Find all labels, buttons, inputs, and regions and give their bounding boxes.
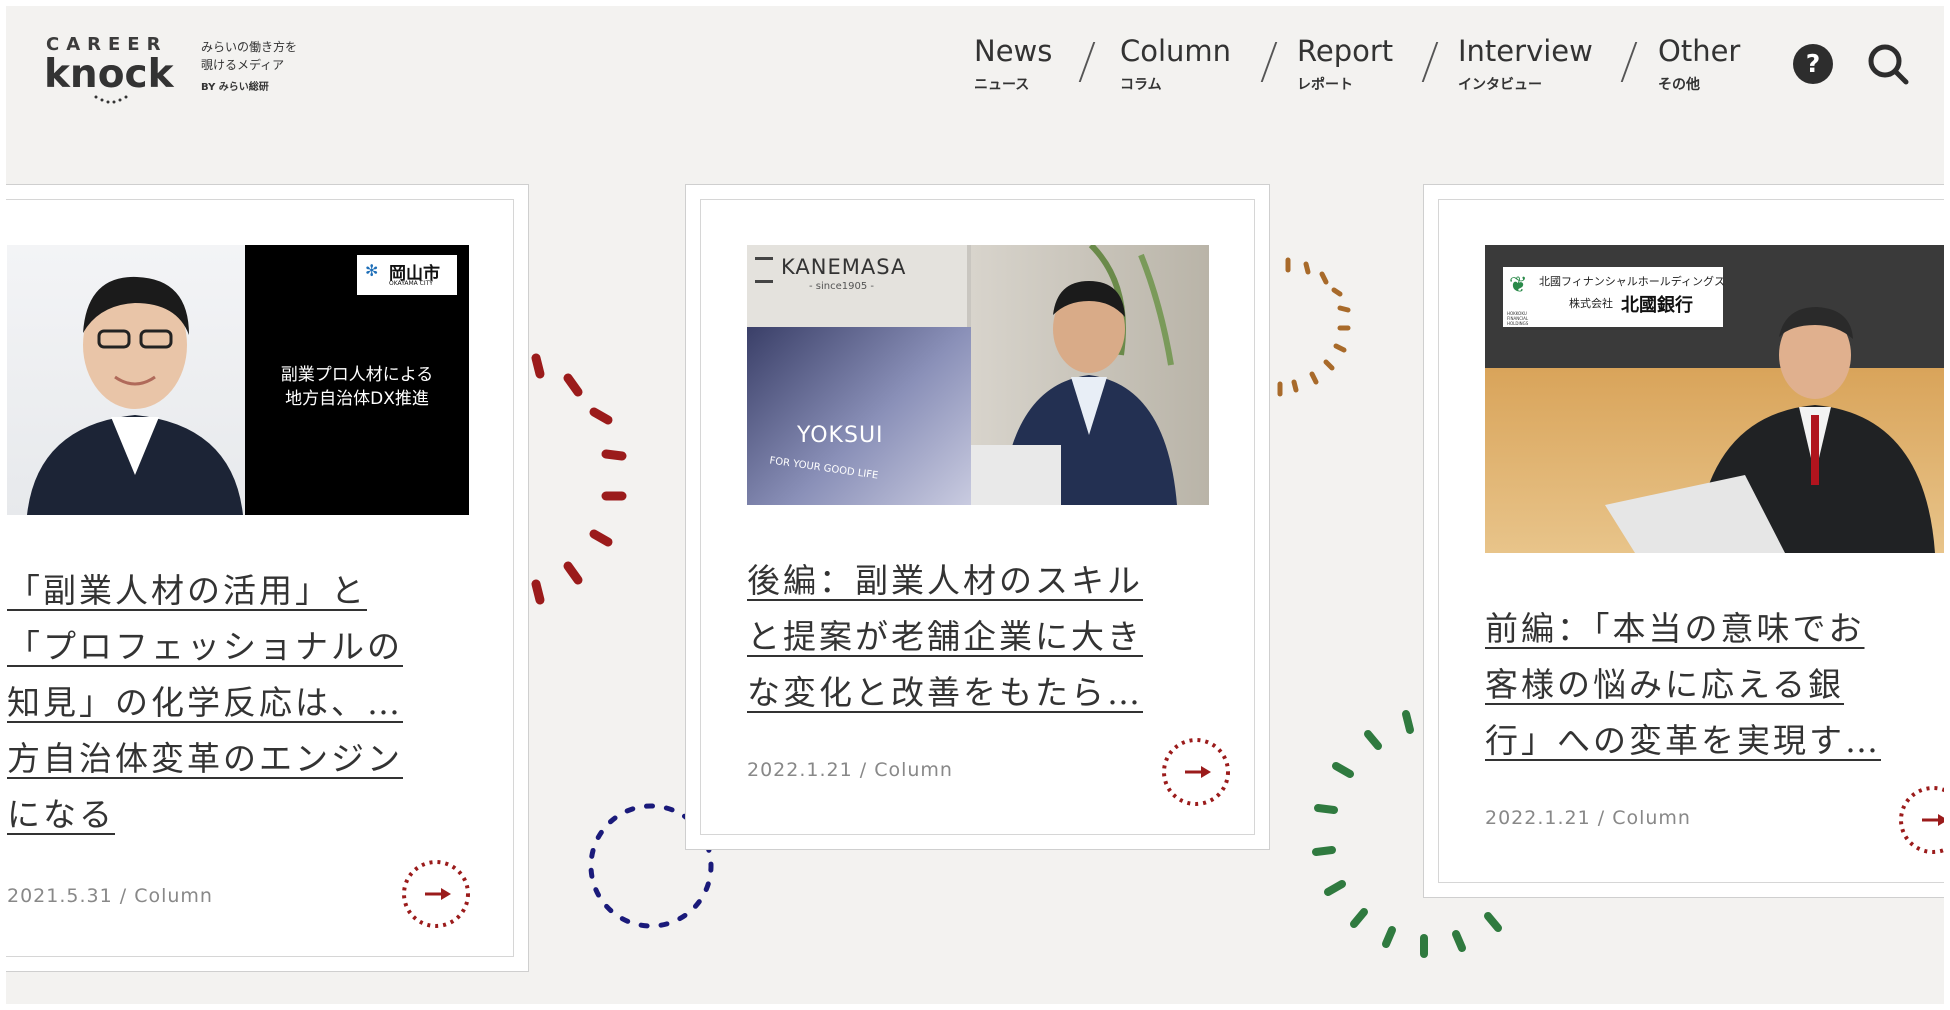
article-meta: 2022.1.21 / Column <box>1485 807 1691 829</box>
logo-knock-text: knock <box>44 52 174 97</box>
tagline-line2: 覗けるメディア <box>201 58 285 72</box>
title-line: 客様の悩みに応える銀 <box>1485 665 1845 704</box>
person-illustration <box>971 245 1177 505</box>
nav-separator <box>1260 42 1278 82</box>
nav-interview-en: Interview <box>1458 34 1593 68</box>
article-meta: 2022.1.21 / Column <box>747 759 953 781</box>
caption-line1: 副業プロ人材による <box>280 365 434 385</box>
article-title-link[interactable]: 前編：「本当の意味でお 客様の悩みに応える銀 行」への変革を実現す… <box>1485 601 1881 769</box>
article-title-link[interactable]: 「副業人材の活用」と 「プロフェッショナルの 知見」の化学反応は、… 方自治体変… <box>7 563 403 843</box>
title-line: 行」への変革を実現す… <box>1485 721 1881 760</box>
article-date: 2021.5.31 <box>7 885 113 907</box>
portrait-photo <box>971 245 1209 505</box>
nav-separator <box>1078 42 1096 82</box>
article-date: 2022.1.21 <box>747 759 853 781</box>
article-card[interactable]: ✻ 岡山市 OKAYAMA CITY 副業プロ人材による 地方自治体DX推進 「… <box>6 184 529 972</box>
nav-separator <box>1620 42 1638 82</box>
article-meta: 2021.5.31 / Column <box>7 885 213 907</box>
title-line: な変化と改善をもたら… <box>747 673 1143 712</box>
brand-wall: KANEMASA - since1905 - <box>747 245 967 329</box>
arrow-right-icon[interactable] <box>401 859 471 929</box>
arrow-right-icon[interactable] <box>1161 737 1231 807</box>
decorative-orange-dash-arc <box>1277 257 1351 397</box>
person-illustration <box>27 276 243 515</box>
article-thumbnail[interactable]: KANEMASA - since1905 - YOKSUI FOR YOUR G… <box>747 245 1209 505</box>
article-card[interactable]: ❦ 北國フィナンシャルホールディングス 株式会社 北國銀行 HOKKOKU FI… <box>1423 184 1944 898</box>
article-title-link[interactable]: 後編：副業人材のスキル と提案が老舗企業に大き な変化と改善をもたら… <box>747 553 1143 721</box>
arrow-right-icon[interactable] <box>1898 785 1944 855</box>
nav-news-en: News <box>974 34 1053 68</box>
site-byline: BY みらい総研 <box>201 82 269 93</box>
nav-item-other[interactable]: Other その他 <box>1658 34 1740 94</box>
snowflake-emblem-icon: ✻ <box>365 261 379 280</box>
title-line: 「副業人材の活用」と <box>7 571 367 610</box>
search-icon[interactable] <box>1866 42 1910 86</box>
screen-brand: YOKSUI <box>797 423 884 448</box>
nav-column-ja: コラム <box>1120 77 1162 93</box>
brand-since: - since1905 - <box>809 281 874 292</box>
site-tagline: みらいの働き方を 覗けるメディア <box>201 38 297 74</box>
title-line: 知見」の化学反応は、… <box>7 683 403 722</box>
meta-separator: / <box>1597 807 1606 829</box>
article-thumbnail[interactable]: ✻ 岡山市 OKAYAMA CITY 副業プロ人材による 地方自治体DX推進 <box>7 245 469 515</box>
thumbnail-caption: 副業プロ人材による 地方自治体DX推進 <box>245 363 469 411</box>
question-circle-icon[interactable]: ? <box>1793 44 1833 84</box>
logo-dots-icon <box>94 95 128 104</box>
meta-separator: / <box>119 885 128 907</box>
nav-item-report[interactable]: Report レポート <box>1297 34 1393 94</box>
nav-other-ja: その他 <box>1658 77 1700 93</box>
title-line: 「プロフェッショナルの <box>7 627 403 666</box>
portrait-photo <box>7 245 245 515</box>
site-logo[interactable]: CAREER knock <box>44 34 184 104</box>
brand-stripes-icon <box>755 257 773 283</box>
title-line: 後編：副業人材のスキル <box>747 561 1143 600</box>
nav-other-en: Other <box>1658 34 1741 68</box>
article-category[interactable]: Column <box>1612 807 1691 829</box>
title-line: になる <box>7 795 115 834</box>
brand-name: KANEMASA <box>781 255 907 279</box>
article-category[interactable]: Column <box>134 885 213 907</box>
caption-line2: 地方自治体DX推進 <box>285 389 429 409</box>
nav-column-en: Column <box>1120 34 1232 68</box>
nav-item-news[interactable]: News ニュース <box>974 34 1052 94</box>
meta-separator: / <box>859 759 868 781</box>
tagline-line1: みらいの働き方を <box>201 40 298 54</box>
nav-report-ja: レポート <box>1297 77 1353 93</box>
page: CAREER knock みらいの働き方を 覗けるメディア BY みらい総研 N… <box>6 6 1944 1004</box>
okayama-badge-subtext: OKAYAMA CITY <box>389 280 433 287</box>
article-date: 2022.1.21 <box>1485 807 1591 829</box>
nav-item-column[interactable]: Column コラム <box>1120 34 1231 94</box>
okayama-city-badge: ✻ 岡山市 OKAYAMA CITY <box>357 255 457 295</box>
nav-interview-ja: インタビュー <box>1458 77 1542 93</box>
tv-screen: YOKSUI FOR YOUR GOOD LIFE <box>747 327 971 505</box>
nav-report-en: Report <box>1297 34 1394 68</box>
title-line: 方自治体変革のエンジン <box>7 739 403 778</box>
person-illustration <box>1605 307 1935 553</box>
title-line: 前編：「本当の意味でお <box>1485 609 1865 648</box>
screen-slogan: FOR YOUR GOOD LIFE <box>768 455 879 482</box>
nav-item-interview[interactable]: Interview インタビュー <box>1458 34 1593 94</box>
article-category[interactable]: Column <box>874 759 953 781</box>
nav-news-ja: ニュース <box>974 77 1030 93</box>
article-card[interactable]: KANEMASA - since1905 - YOKSUI FOR YOUR G… <box>685 184 1270 850</box>
nav-separator <box>1421 42 1439 82</box>
title-line: と提案が老舗企業に大き <box>747 617 1143 656</box>
article-thumbnail[interactable]: ❦ 北國フィナンシャルホールディングス 株式会社 北國銀行 HOKKOKU FI… <box>1485 245 1944 553</box>
